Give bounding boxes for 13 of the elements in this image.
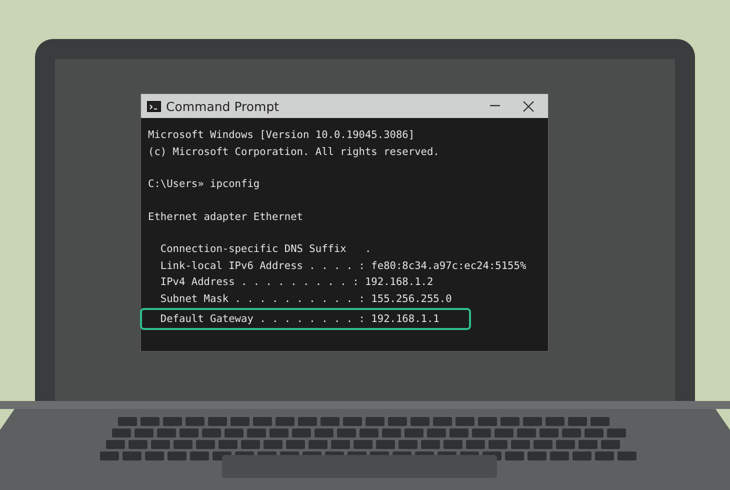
console-line: Ethernet adapter Ethernet bbox=[148, 210, 303, 224]
close-icon bbox=[522, 100, 534, 112]
minimize-icon bbox=[490, 105, 500, 107]
terminal-icon bbox=[147, 100, 161, 112]
console-line: Link-local IPv6 Address . . . . : fe80:8c34.a97c:ec24:5155% bbox=[159, 258, 526, 274]
console-line: IPv4 Address . . . . . . . . . : 192.168.1.2 bbox=[159, 275, 434, 290]
console-line: Connection-specific DNS Suffix . bbox=[159, 242, 372, 257]
console-line: Subnet Mask . . . . . . . . . . : 155.256.255.0 bbox=[159, 292, 452, 306]
highlighted-console-line: Default Gateway . . . . . . . . : 192.168.1.1 bbox=[142, 310, 469, 328]
window-title: Command Prompt bbox=[166, 98, 280, 114]
console-line: (c) Microsoft Corporation. All rights reserved. bbox=[148, 144, 440, 160]
console-line: C:\Users» ipconfig bbox=[148, 177, 260, 192]
console-line: Microsoft Windows [Version 10.0.19045.3086] bbox=[148, 128, 415, 143]
